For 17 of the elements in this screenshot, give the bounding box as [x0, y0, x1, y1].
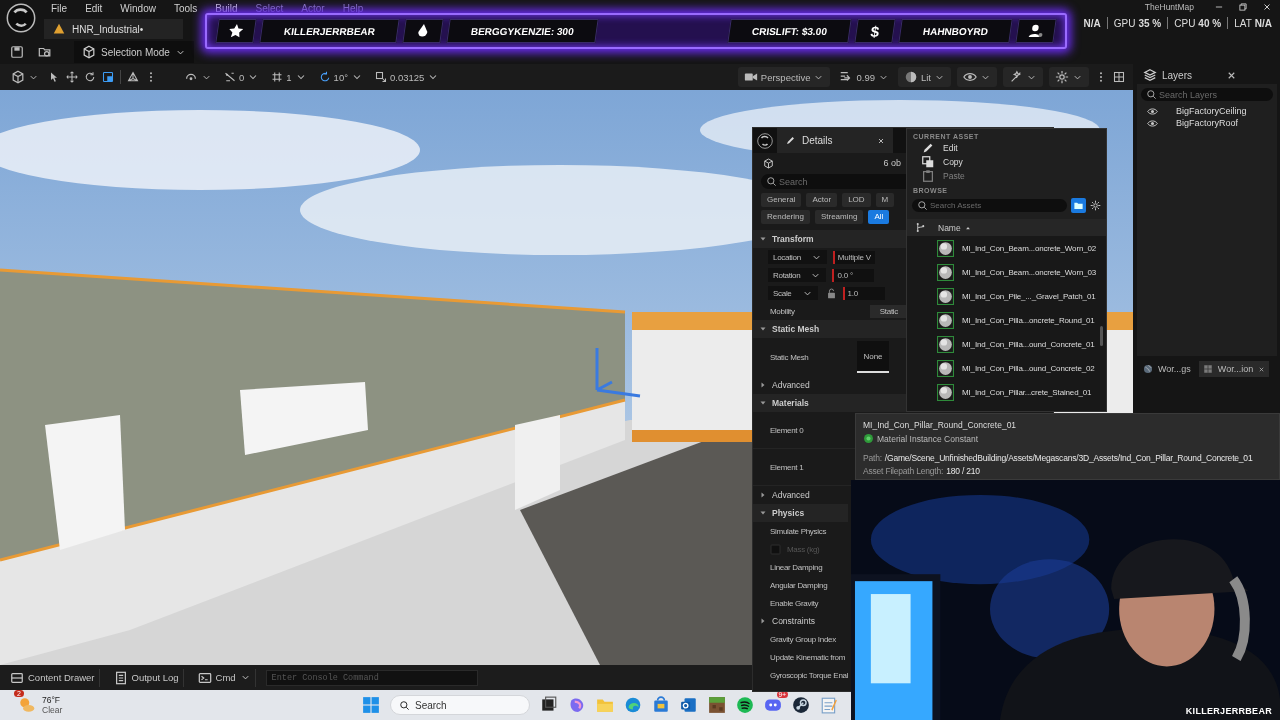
- stat-value: N/A: [1254, 17, 1272, 29]
- stat-value: 40 %: [1198, 17, 1222, 29]
- streamer-name: KILLERJERRBEAR: [1185, 706, 1272, 716]
- stat-label: LAT: [1234, 17, 1252, 29]
- supporter-name: KILLERJERRBEAR: [259, 19, 400, 43]
- temperature: 76°F: [42, 695, 62, 705]
- stat-value: 35 %: [1138, 17, 1162, 29]
- supporter-name: CRISLIFT: $3.00: [727, 19, 852, 43]
- supporter-name: HAHNBOYRD: [898, 19, 1013, 43]
- stat-label: CPU: [1174, 17, 1196, 29]
- supporter-name: BERGGYKENZIE: 300: [446, 19, 599, 43]
- dollar-sign: $: [854, 19, 896, 43]
- property-label: Gyroscopic Torque Enal: [770, 670, 849, 680]
- stat-label: GPU: [1113, 17, 1136, 29]
- weather-condition: Clear: [42, 705, 63, 715]
- stat-value: N/A: [1083, 17, 1101, 29]
- project-name: TheHuntMap: [1144, 2, 1194, 12]
